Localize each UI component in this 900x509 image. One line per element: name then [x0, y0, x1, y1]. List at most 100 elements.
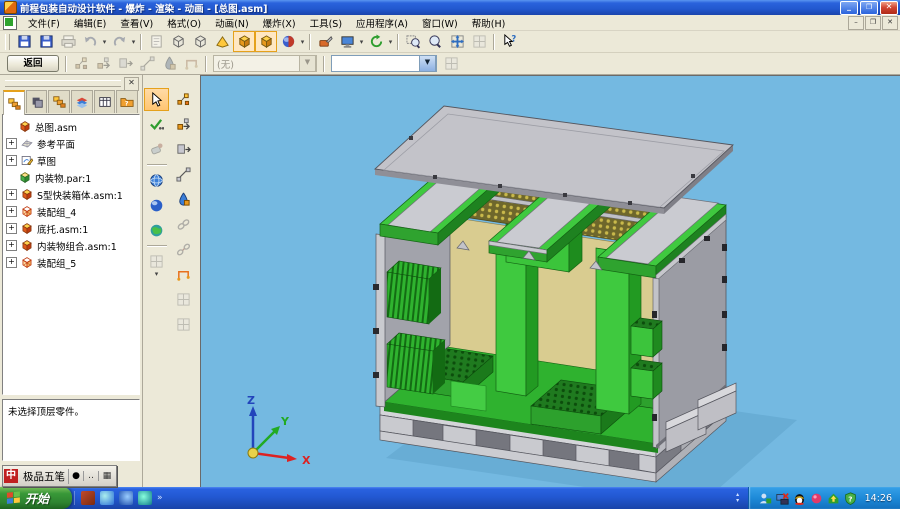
- named-views-button[interactable]: [336, 31, 358, 52]
- expander-icon[interactable]: [6, 223, 17, 234]
- select-tool-button[interactable]: [144, 88, 169, 111]
- menu-window[interactable]: 窗口(W): [415, 15, 465, 31]
- tree-row-base-asm[interactable]: 底托.asm:1: [4, 220, 138, 237]
- expander-icon[interactable]: [6, 155, 17, 166]
- menu-view[interactable]: 查看(V): [113, 15, 160, 31]
- configuration-combo[interactable]: (无): [213, 55, 317, 72]
- crate-3d-model[interactable]: Z Y X: [201, 76, 900, 487]
- wedge-view-button[interactable]: [211, 31, 233, 52]
- tool-settings-button[interactable]: [314, 31, 336, 52]
- wireframe-sphere-button[interactable]: [144, 169, 169, 192]
- ime-punctuation-icon[interactable]: [84, 471, 99, 481]
- refresh-view-button[interactable]: [365, 31, 387, 52]
- explode-option-2-button[interactable]: [92, 53, 114, 74]
- edgebar-grip[interactable]: [5, 80, 121, 87]
- tray-shield-icon[interactable]: [844, 492, 857, 505]
- selection-combo-arrow[interactable]: [419, 55, 436, 72]
- return-button[interactable]: 返回: [7, 55, 59, 72]
- close-button[interactable]: [880, 1, 898, 15]
- refresh-dropdown[interactable]: [387, 32, 394, 51]
- mdi-minimize-button[interactable]: [848, 16, 864, 30]
- grid-option-2-button[interactable]: [171, 313, 196, 336]
- menu-help[interactable]: 帮助(H): [465, 15, 513, 31]
- zoom-button[interactable]: [424, 31, 446, 52]
- shaded-edges-view-button[interactable]: [255, 31, 277, 52]
- fit-view-button[interactable]: [446, 31, 468, 52]
- tray-app-icon[interactable]: [810, 492, 823, 505]
- named-views-dropdown[interactable]: [358, 32, 365, 51]
- menu-format[interactable]: 格式(O): [160, 15, 208, 31]
- tree-row-ref-planes[interactable]: 参考平面: [4, 135, 138, 152]
- tree-row-contents-group[interactable]: 内装物组合.asm:1: [4, 237, 138, 254]
- redo-button[interactable]: [108, 31, 130, 52]
- browser-globe-icon[interactable]: [138, 491, 152, 505]
- apply-button[interactable]: [440, 53, 462, 74]
- tree-row-group5[interactable]: 装配组_5: [4, 254, 138, 271]
- flow-lines-button[interactable]: [171, 263, 196, 286]
- save-button[interactable]: [13, 31, 35, 52]
- menu-animation[interactable]: 动画(N): [208, 15, 256, 31]
- tab-library[interactable]: [26, 90, 48, 113]
- mdi-close-button[interactable]: [882, 16, 898, 30]
- expander-icon[interactable]: [6, 138, 17, 149]
- expander-icon[interactable]: [6, 189, 17, 200]
- reposition-button[interactable]: [171, 138, 196, 161]
- quick-launch-app-icon[interactable]: [81, 491, 95, 505]
- tray-user-icon[interactable]: [759, 492, 772, 505]
- pan-button[interactable]: [468, 31, 490, 52]
- save-as-button[interactable]: [35, 31, 57, 52]
- rendered-sphere-button[interactable]: [144, 219, 169, 242]
- tree-row-sketch[interactable]: 草图: [4, 152, 138, 169]
- tab-sensors[interactable]: [94, 90, 116, 113]
- wireframe-view-button[interactable]: [167, 31, 189, 52]
- quick-launch-chevron-icon[interactable]: [157, 493, 163, 503]
- ime-mode-button[interactable]: 中: [4, 469, 18, 483]
- toolbar-grip[interactable]: [5, 34, 10, 50]
- mdi-restore-button[interactable]: [865, 16, 881, 30]
- erase-button[interactable]: [144, 138, 169, 161]
- menu-explode[interactable]: 爆炸(X): [256, 15, 303, 31]
- explode-option-4-button[interactable]: [136, 53, 158, 74]
- print-button[interactable]: [57, 31, 79, 52]
- render-dropdown[interactable]: [299, 32, 306, 51]
- edgebar-close-icon[interactable]: [124, 77, 139, 91]
- grid-option-button[interactable]: [171, 288, 196, 311]
- explode-option-1-button[interactable]: [70, 53, 92, 74]
- tree-row-contents-part[interactable]: 内装物.par:1: [4, 169, 138, 186]
- minimize-button[interactable]: [840, 1, 858, 15]
- unbind-button[interactable]: [171, 238, 196, 261]
- tree-row-box-asm[interactable]: S型快装箱体.asm:1: [4, 186, 138, 203]
- taskbar-scroll-arrows-icon[interactable]: [732, 492, 748, 504]
- collapse-button[interactable]: [171, 163, 196, 186]
- expander-icon[interactable]: [6, 240, 17, 251]
- shaded-sphere-button[interactable]: [144, 194, 169, 217]
- tray-update-icon[interactable]: [827, 492, 840, 505]
- hidden-edge-view-button[interactable]: [189, 31, 211, 52]
- menu-applications[interactable]: 应用程序(A): [349, 15, 415, 31]
- explode-part-button[interactable]: [171, 113, 196, 136]
- render-sphere-button[interactable]: [277, 31, 299, 52]
- document-icon[interactable]: [3, 16, 17, 30]
- undo-button[interactable]: [79, 31, 101, 52]
- restore-button[interactable]: [860, 1, 878, 15]
- tray-qq-icon[interactable]: [793, 492, 806, 505]
- menu-file[interactable]: 文件(F): [21, 15, 67, 31]
- validate-button[interactable]: [144, 113, 169, 136]
- tab-layers[interactable]: [71, 90, 93, 113]
- tree-row-root[interactable]: 总图.asm: [4, 118, 138, 135]
- expander-icon[interactable]: [6, 206, 17, 217]
- tab-family[interactable]: [48, 90, 70, 113]
- explode-option-3-button[interactable]: [114, 53, 136, 74]
- sheet-button[interactable]: [145, 31, 167, 52]
- tab-library-help[interactable]: [116, 90, 138, 113]
- redo-dropdown[interactable]: [130, 32, 137, 51]
- auto-explode-button[interactable]: [171, 88, 196, 111]
- selection-combo[interactable]: [331, 55, 437, 72]
- ime-keyboard-icon[interactable]: [99, 471, 115, 481]
- configuration-combo-arrow[interactable]: [299, 55, 316, 72]
- context-help-button[interactable]: [498, 31, 520, 52]
- expander-icon[interactable]: [6, 257, 17, 268]
- bind-button[interactable]: [171, 213, 196, 236]
- tray-network-disconnected-icon[interactable]: [776, 492, 789, 505]
- undo-dropdown[interactable]: [101, 32, 108, 51]
